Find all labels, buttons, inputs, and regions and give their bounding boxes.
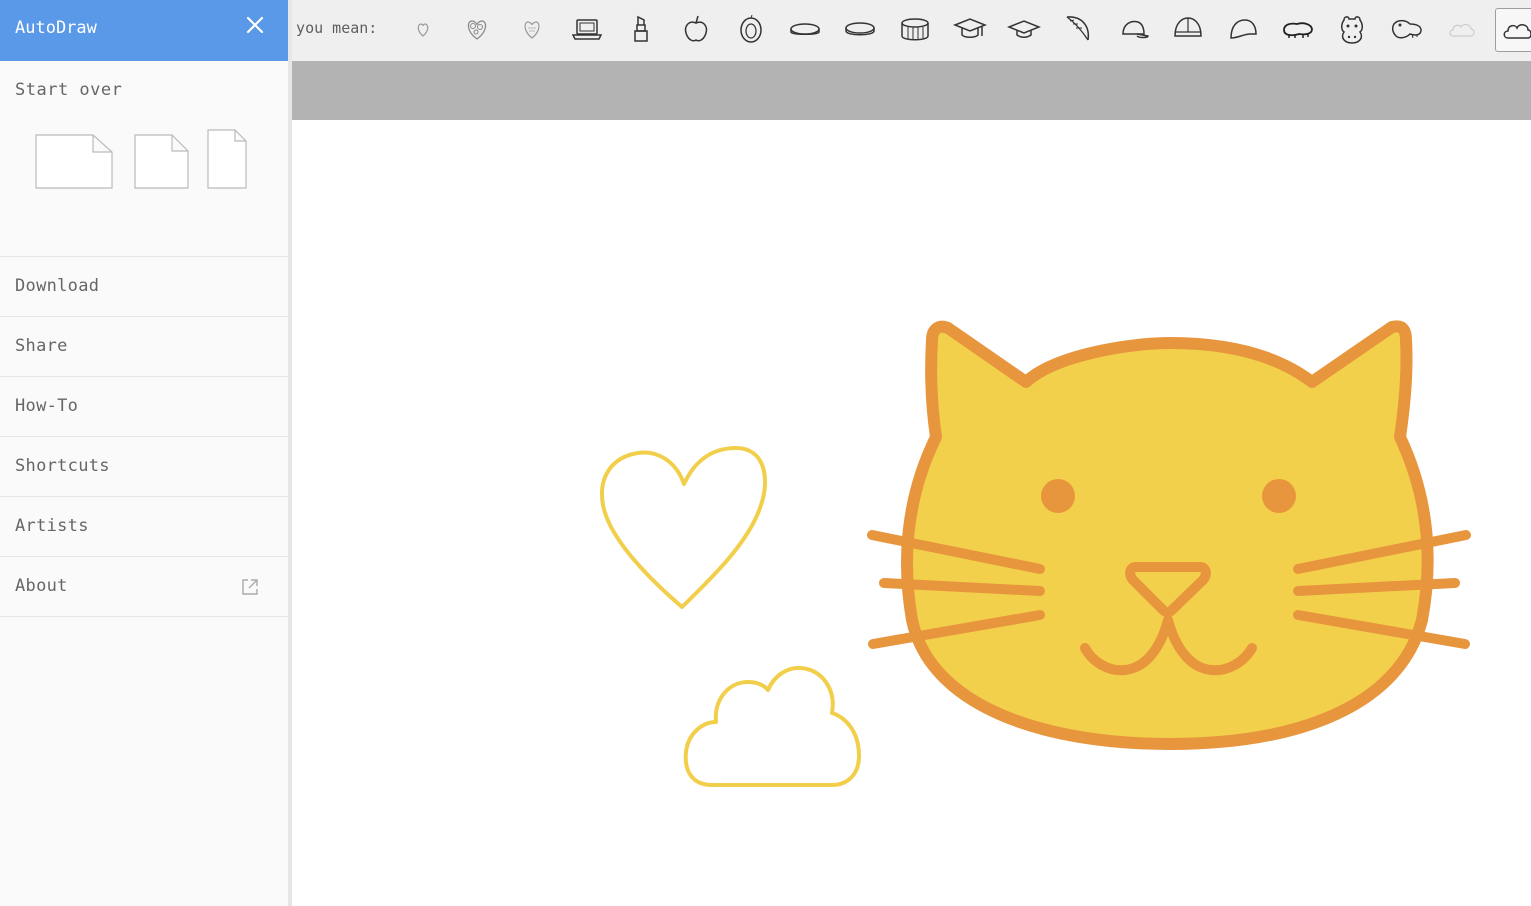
hippo-side-icon[interactable] bbox=[1277, 8, 1319, 50]
hippo-head-icon[interactable] bbox=[1386, 8, 1428, 50]
portrait-page-icon[interactable] bbox=[207, 129, 247, 189]
feather-icon[interactable] bbox=[1058, 8, 1100, 50]
suggestion-prompt: o you mean: bbox=[278, 19, 378, 37]
landscape-page-icon[interactable] bbox=[35, 134, 113, 189]
sidebar-menu: AutoDraw Start over Download Share How-T… bbox=[0, 0, 292, 906]
menu-shortcuts[interactable]: Shortcuts bbox=[0, 437, 288, 497]
cat-face-drawing bbox=[900, 320, 1434, 750]
heart-flowers-icon[interactable] bbox=[456, 8, 498, 50]
coin-icon[interactable] bbox=[784, 8, 826, 50]
graduation-cap-icon[interactable] bbox=[949, 8, 991, 50]
menu-artists-label: Artists bbox=[15, 516, 89, 536]
menu-about-label: About bbox=[15, 576, 68, 596]
heart-lines-icon[interactable] bbox=[511, 8, 553, 50]
menu-share[interactable]: Share bbox=[0, 317, 288, 377]
peach-icon[interactable] bbox=[730, 8, 772, 50]
cloud-drawing bbox=[683, 665, 861, 787]
cat-left-eye bbox=[1041, 479, 1075, 513]
menu-download[interactable]: Download bbox=[0, 257, 288, 317]
menu-shortcuts-label: Shortcuts bbox=[15, 456, 110, 476]
sidebar-header: AutoDraw bbox=[0, 0, 288, 61]
drawing-canvas[interactable] bbox=[288, 120, 1531, 906]
menu-about[interactable]: About bbox=[0, 557, 288, 617]
page-format-options bbox=[15, 124, 273, 204]
laptop-icon[interactable] bbox=[566, 8, 608, 50]
apple-icon[interactable] bbox=[675, 8, 717, 50]
start-over-label: Start over bbox=[15, 80, 123, 100]
canvas-drawings bbox=[600, 320, 1471, 787]
toolbar-strip bbox=[288, 61, 1531, 120]
menu-download-label: Download bbox=[15, 276, 100, 296]
menu-share-label: Share bbox=[15, 336, 68, 356]
baseball-cap-icon[interactable] bbox=[1113, 8, 1155, 50]
hippo-face-icon[interactable] bbox=[1331, 8, 1373, 50]
cloud-icon[interactable] bbox=[1495, 8, 1531, 52]
drum-icon[interactable] bbox=[894, 8, 936, 50]
menu-howto[interactable]: How-To bbox=[0, 377, 288, 437]
cap-icon[interactable] bbox=[1222, 8, 1264, 50]
cloud-faint-icon[interactable] bbox=[1441, 8, 1483, 50]
close-icon[interactable] bbox=[244, 14, 266, 36]
external-link-icon bbox=[242, 579, 258, 595]
helmet-icon[interactable] bbox=[1167, 8, 1209, 50]
heart-icon[interactable] bbox=[402, 8, 444, 50]
menu-artists[interactable]: Artists bbox=[0, 497, 288, 557]
start-over-section: Start over bbox=[0, 61, 288, 257]
menu-howto-label: How-To bbox=[15, 396, 79, 416]
lipstick-icon[interactable] bbox=[620, 8, 662, 50]
coin-flat-icon[interactable] bbox=[839, 8, 881, 50]
graduation-hat-icon[interactable] bbox=[1003, 8, 1045, 50]
square-page-icon[interactable] bbox=[134, 134, 189, 189]
app-title: AutoDraw bbox=[15, 18, 97, 38]
heart-drawing bbox=[600, 446, 768, 609]
cat-right-eye bbox=[1262, 479, 1296, 513]
